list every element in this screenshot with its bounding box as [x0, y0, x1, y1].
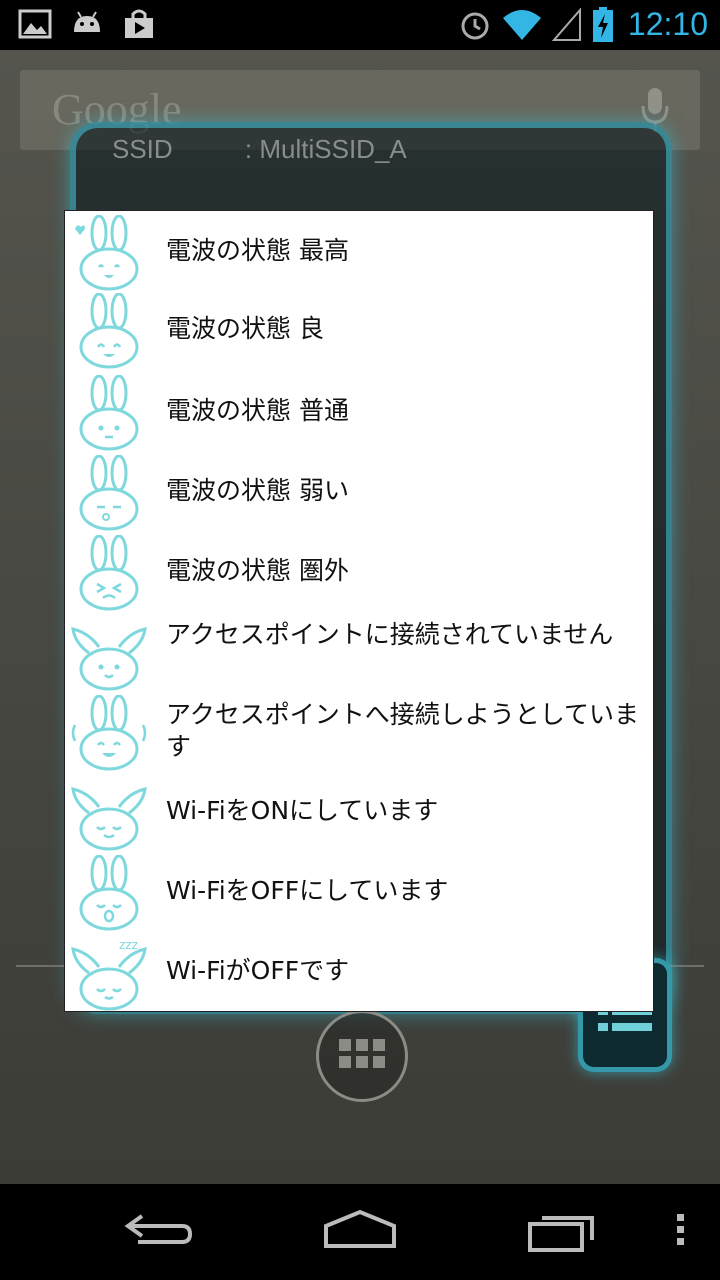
bunny-turning-off-icon [79, 855, 139, 931]
bunny-droop-ears-icon [71, 627, 147, 691]
navigation-bar [0, 1184, 720, 1280]
signal-icon [551, 7, 581, 41]
list-item[interactable]: zzz Wi-FiがOFFです [65, 933, 655, 1013]
bunny-weak-icon [79, 455, 139, 531]
svg-text:zzz: zzz [119, 938, 138, 952]
list-item-label: Wi-FiをONにしています [166, 796, 439, 825]
list-item[interactable]: 電波の状態 良 [65, 291, 655, 371]
list-item[interactable]: 電波の状態 普通 [65, 373, 655, 453]
list-item-label: 電波の状態 圏外 [166, 556, 349, 585]
list-item-label: 電波の状態 弱い [166, 476, 349, 505]
play-store-icon [125, 9, 153, 38]
recents-icon[interactable] [526, 1208, 598, 1254]
list-item-label: Wi-FiをOFFにしています [166, 876, 449, 905]
list-item[interactable]: Wi-FiをOFFにしています [65, 853, 655, 933]
back-icon[interactable] [124, 1208, 196, 1252]
bunny-out-of-range-icon [79, 535, 139, 611]
app-drawer-button[interactable] [316, 1010, 408, 1102]
bunny-turning-on-icon [71, 787, 147, 851]
home-icon[interactable] [322, 1208, 398, 1252]
android-icon [74, 11, 100, 32]
list-item[interactable]: 電波の状態 圏外 [65, 533, 655, 613]
list-item-label: アクセスポイントに接続されていません [166, 620, 614, 649]
image-icon [18, 9, 52, 39]
list-item[interactable]: アクセスポイントに接続されていません [65, 613, 655, 693]
widget-ssid-text: SSID : MultiSSID_A [112, 134, 407, 164]
bunny-smile-icon [79, 293, 139, 369]
bunny-sleeping-icon: zzz [71, 938, 147, 1011]
list-item-label: Wi-FiがOFFです [166, 956, 350, 985]
alarm-icon [461, 12, 489, 39]
menu-icon[interactable] [676, 1208, 686, 1252]
list-item[interactable]: 電波の状態 最高 [65, 213, 655, 293]
bunny-heart-icon [75, 215, 139, 291]
status-icon-dialog: 電波の状態 最高 電波の状態 良電波の状態 普通 電波の状態 弱い 電波の状態 圏外ア… [64, 210, 654, 1012]
list-item[interactable]: アクセスポイントへ接続しようとしています [65, 693, 655, 773]
battery-charging-icon [592, 6, 613, 42]
clock: 12:10 [627, 6, 708, 42]
list-item-label: 電波の状態 最高 [166, 236, 349, 265]
list-item-label: 電波の状態 良 [166, 314, 324, 343]
wifi-icon [502, 9, 541, 40]
apps-grid-icon [339, 1039, 385, 1068]
list-item-label: 電波の状態 普通 [166, 396, 349, 425]
list-item[interactable]: 電波の状態 弱い [65, 453, 655, 533]
status-bar: 12:10 [0, 0, 720, 50]
bunny-neutral-icon [79, 375, 139, 451]
list-item[interactable]: Wi-FiをONにしています [65, 773, 655, 853]
list-item-label: アクセスポイントへ接続しようとしています [166, 700, 640, 761]
bunny-connecting-icon [71, 695, 147, 771]
